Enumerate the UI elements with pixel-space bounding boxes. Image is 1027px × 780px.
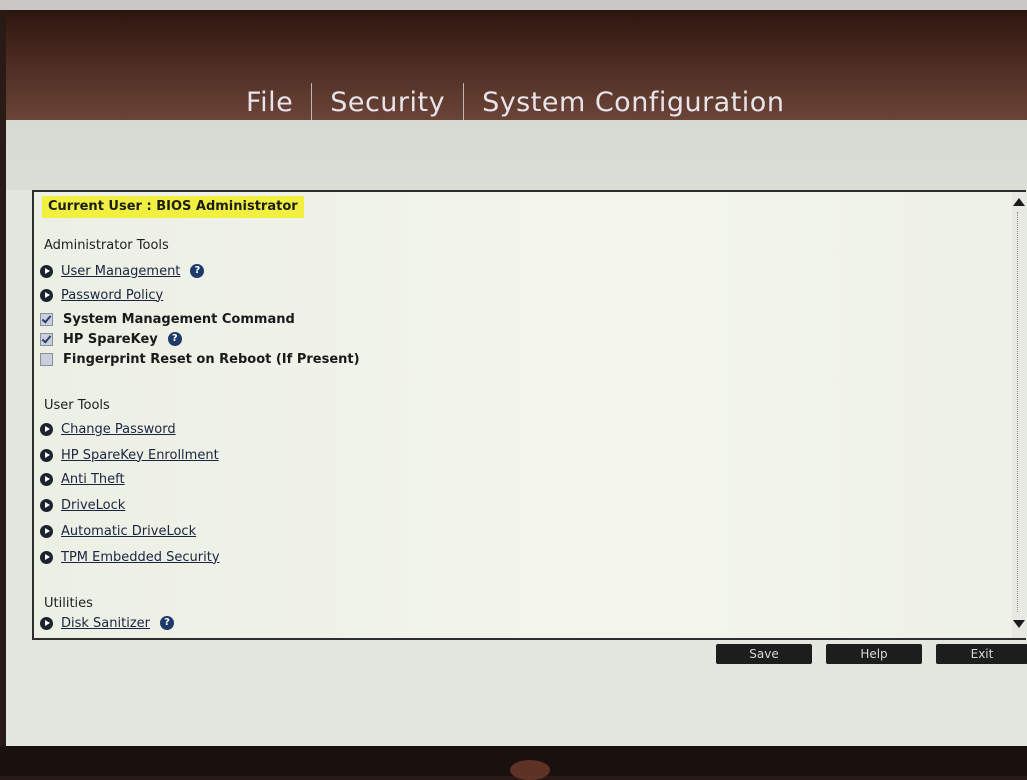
menu-security[interactable]: Security <box>312 87 463 118</box>
row-sparekey-enrollment[interactable]: HP SpareKey Enrollment <box>40 444 219 466</box>
monitor-bezel-top <box>0 0 1027 10</box>
help-icon[interactable]: ? <box>190 264 205 278</box>
chevron-right-icon <box>40 472 53 486</box>
check-icon[interactable] <box>40 332 53 346</box>
row-system-management-command[interactable]: System Management Command <box>40 308 295 330</box>
menu: File Security System Configuration <box>228 82 802 122</box>
settings-panel: Current User : BIOS Administrator Admini… <box>32 190 1026 640</box>
section-title-user-tools: User Tools <box>44 398 110 413</box>
section-title-utilities: Utilities <box>44 596 93 611</box>
checkbox-icon[interactable] <box>40 352 53 366</box>
row-hp-sparekey[interactable]: HP SpareKey ? <box>40 328 182 350</box>
row-disk-sanitizer[interactable]: Disk Sanitizer ? <box>40 612 175 634</box>
link-disk-sanitizer[interactable]: Disk Sanitizer <box>61 616 150 631</box>
help-icon[interactable]: ? <box>167 332 182 346</box>
chevron-right-icon <box>40 264 53 278</box>
row-change-password[interactable]: Change Password <box>40 418 176 440</box>
row-drivelock[interactable]: DriveLock <box>40 494 125 516</box>
row-password-policy[interactable]: Password Policy <box>40 284 163 306</box>
link-user-management[interactable]: User Management <box>61 264 180 279</box>
help-button[interactable]: Help <box>826 644 922 664</box>
hp-logo-glow <box>510 760 550 780</box>
chevron-right-icon <box>40 550 53 564</box>
link-anti-theft[interactable]: Anti Theft <box>61 472 125 487</box>
bios-screen: File Security System Configuration Curre… <box>6 10 1027 746</box>
row-anti-theft[interactable]: Anti Theft <box>40 468 125 490</box>
header-band <box>6 120 1027 190</box>
row-fingerprint-reset[interactable]: Fingerprint Reset on Reboot (If Present) <box>40 348 360 370</box>
link-drivelock[interactable]: DriveLock <box>61 498 125 513</box>
section-title-admin-tools: Administrator Tools <box>44 238 169 253</box>
label-system-management-command: System Management Command <box>63 311 295 327</box>
save-button[interactable]: Save <box>716 644 812 664</box>
chevron-right-icon <box>40 524 53 538</box>
label-hp-sparekey: HP SpareKey <box>63 331 158 347</box>
row-user-management[interactable]: User Management ? <box>40 260 205 282</box>
link-tpm[interactable]: TPM Embedded Security <box>61 550 220 565</box>
menu-bar: File Security System Configuration <box>6 10 1027 122</box>
exit-button[interactable]: Exit <box>936 644 1027 664</box>
link-change-password[interactable]: Change Password <box>61 422 176 437</box>
current-user-label: Current User : BIOS Administrator <box>42 196 304 218</box>
chevron-right-icon <box>40 498 53 512</box>
menu-file[interactable]: File <box>228 87 311 118</box>
check-icon[interactable] <box>40 312 53 326</box>
chevron-right-icon <box>40 422 53 436</box>
chevron-right-icon <box>40 616 53 630</box>
link-automatic-drivelock[interactable]: Automatic DriveLock <box>61 524 196 539</box>
menu-system-configuration[interactable]: System Configuration <box>464 87 802 118</box>
link-sparekey-enrollment[interactable]: HP SpareKey Enrollment <box>61 448 219 463</box>
chevron-right-icon <box>40 288 53 302</box>
row-tpm[interactable]: TPM Embedded Security <box>40 546 220 568</box>
vertical-scrollbar[interactable] <box>1012 192 1026 638</box>
scroll-up-icon[interactable] <box>1013 198 1025 206</box>
row-automatic-drivelock[interactable]: Automatic DriveLock <box>40 520 196 542</box>
scroll-track[interactable] <box>1017 212 1022 612</box>
chevron-right-icon <box>40 448 53 462</box>
label-fingerprint-reset: Fingerprint Reset on Reboot (If Present) <box>63 351 360 367</box>
scroll-down-icon[interactable] <box>1013 620 1025 628</box>
link-password-policy[interactable]: Password Policy <box>61 288 163 303</box>
help-icon[interactable]: ? <box>160 616 175 630</box>
